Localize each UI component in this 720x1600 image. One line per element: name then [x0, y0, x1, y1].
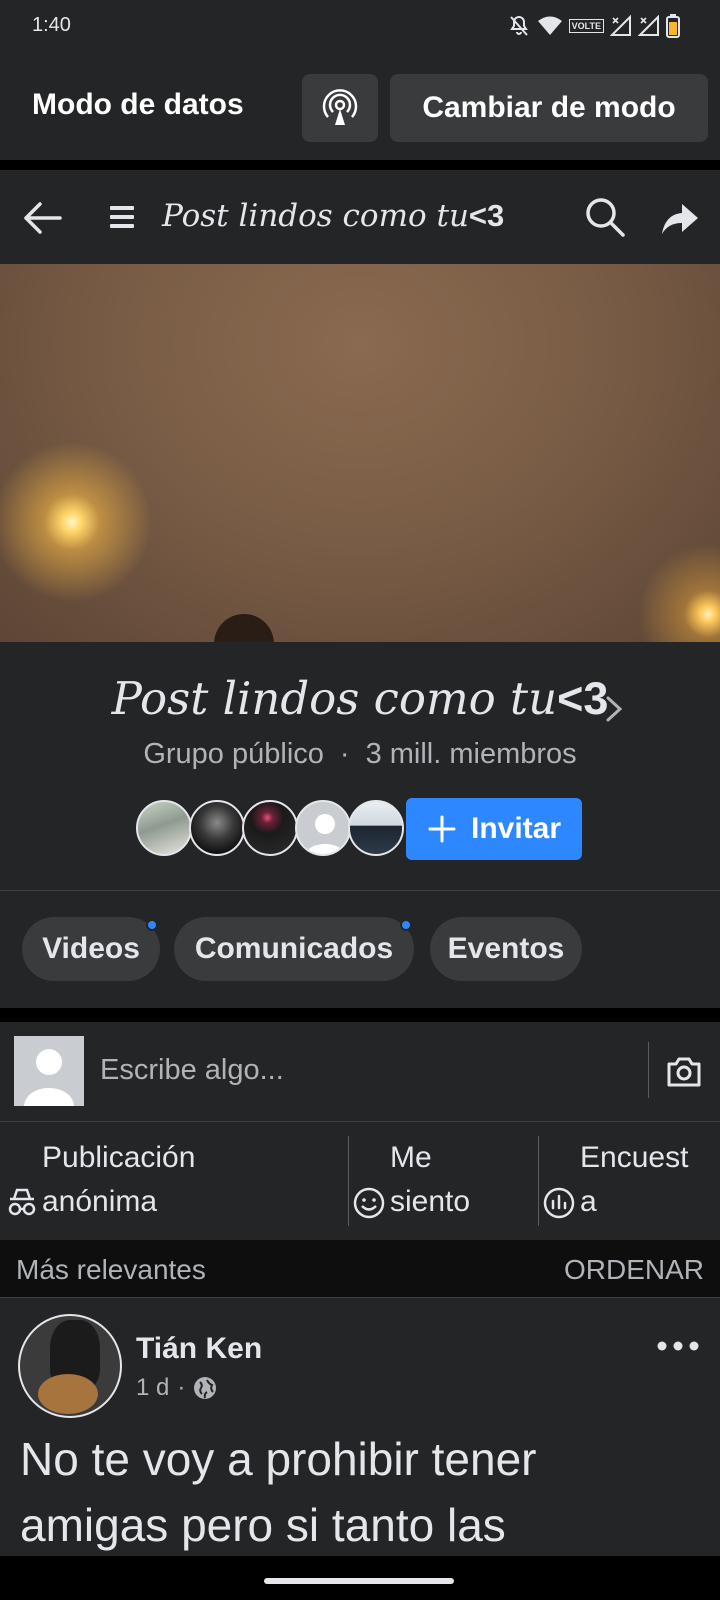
wifi-icon: [537, 16, 562, 35]
feeling-button[interactable]: Me siento: [352, 1136, 470, 1224]
avatar: [189, 800, 245, 856]
bell-off-icon: [509, 15, 528, 36]
switch-mode-button[interactable]: Cambiar de modo: [390, 74, 708, 142]
volte-badge: VOLTE: [568, 19, 604, 33]
action-label: Encuest: [580, 1141, 689, 1174]
group-header-bar: Post lindos como tu<3: [0, 170, 720, 264]
post-author[interactable]: Tián Ken: [136, 1332, 262, 1366]
avatar: [348, 800, 404, 856]
radar-icon: [322, 89, 358, 125]
composer-input[interactable]: Escribe algo...: [100, 1054, 284, 1087]
group-info: Post lindos como tu<3 Grupo público · 3 mi…: [0, 642, 720, 890]
notification-dot: [400, 919, 412, 931]
action-label: Publicación: [42, 1141, 196, 1174]
poll-button[interactable]: Encuest a: [542, 1136, 688, 1224]
more-options-icon[interactable]: [656, 1336, 700, 1356]
action-label: Me: [390, 1141, 432, 1174]
status-bar: 1:40 VOLTE: [0, 0, 720, 54]
chevron-right-icon[interactable]: [604, 694, 624, 724]
action-label: anónima: [42, 1185, 158, 1218]
post-time[interactable]: 1 d: [136, 1374, 169, 1402]
tab-label: Comunicados: [194, 932, 394, 965]
group-privacy: Grupo público: [143, 738, 324, 770]
action-label: a: [580, 1185, 597, 1218]
cover-silhouette: [214, 614, 274, 642]
avatar-cat: [38, 1374, 98, 1414]
sort-button[interactable]: ORDENAR: [564, 1254, 704, 1286]
default-avatar-icon: [305, 814, 345, 854]
tab-eventos[interactable]: Eventos: [430, 917, 582, 981]
poll-icon: [543, 1187, 575, 1219]
tab-comunicados[interactable]: Comunicados: [174, 917, 414, 981]
radar-button[interactable]: [302, 74, 378, 142]
invite-button[interactable]: Invitar: [406, 798, 582, 860]
post-text-line: amigas pero si tanto las: [20, 1499, 506, 1551]
group-meta: Grupo público · 3 mill. miembros: [0, 738, 720, 771]
post-composer: Escribe algo...: [0, 1022, 720, 1122]
post-meta: 1 d ·: [136, 1374, 217, 1402]
search-icon[interactable]: [584, 196, 626, 238]
group-members-count: 3 mill. miembros: [365, 738, 577, 770]
anonymous-post-button[interactable]: Publicación anónima: [4, 1136, 195, 1224]
header-title-script: Post lindos como tu: [162, 198, 469, 234]
tab-label: Videos: [42, 932, 140, 965]
member-avatars[interactable]: [136, 800, 404, 858]
sort-label: Más relevantes: [16, 1254, 206, 1285]
group-name-script: Post lindos como tu: [111, 672, 558, 725]
share-icon[interactable]: [660, 198, 700, 238]
system-nav-bar: [0, 1556, 720, 1600]
notification-dot: [146, 919, 158, 931]
default-avatar-icon: [24, 1049, 74, 1106]
battery-icon: [666, 14, 680, 38]
divider: [538, 1136, 539, 1226]
post-text: No te voy a prohibir tener amigas pero s…: [20, 1426, 710, 1556]
action-label: siento: [390, 1185, 471, 1218]
tab-label: Eventos: [447, 932, 565, 965]
arrow-left-icon[interactable]: [20, 196, 64, 240]
feed-post: Tián Ken 1 d · No te voy a prohibir tene…: [0, 1298, 720, 1556]
header-title-suffix: <3: [468, 198, 505, 233]
group-tabs: Videos Comunicados Eventos: [0, 890, 720, 1008]
signal-icon-2: [638, 15, 659, 36]
divider: [348, 1136, 349, 1226]
data-mode-title: Modo de datos: [32, 88, 244, 121]
avatar: [136, 800, 192, 856]
meta-separator: ·: [177, 1374, 186, 1401]
status-time: 1:40: [32, 14, 71, 36]
avatar: [242, 800, 298, 856]
composer-actions: Publicación anónima Me siento Encuest a: [0, 1122, 720, 1240]
plus-icon: [428, 815, 456, 843]
divider: [0, 160, 720, 170]
meta-separator: ·: [339, 738, 350, 770]
menu-icon[interactable]: [108, 200, 138, 234]
avatar: [295, 800, 351, 856]
group-cover-photo[interactable]: [0, 264, 720, 642]
author-avatar[interactable]: [18, 1314, 122, 1418]
globe-icon: [194, 1377, 217, 1399]
data-mode-bar: Modo de datos Cambiar de modo: [0, 54, 720, 160]
tab-videos[interactable]: Videos: [22, 917, 160, 981]
group-name-suffix: <3: [557, 673, 609, 724]
divider: [648, 1042, 649, 1098]
post-text-line: No te voy a prohibir tener: [20, 1433, 537, 1485]
camera-icon[interactable]: [664, 1052, 704, 1092]
signal-icon: [610, 15, 631, 36]
header-title: Post lindos como tu<3: [162, 198, 504, 234]
divider: [0, 1008, 720, 1022]
incognito-icon: [8, 1188, 36, 1216]
user-avatar: [14, 1036, 84, 1106]
sort-bar: Más relevantes ORDENAR: [0, 1240, 720, 1298]
invite-label: Invitar: [470, 812, 562, 845]
status-icons: VOLTE: [507, 12, 680, 40]
smiley-icon: [353, 1187, 385, 1219]
home-gesture-handle[interactable]: [264, 1578, 454, 1584]
